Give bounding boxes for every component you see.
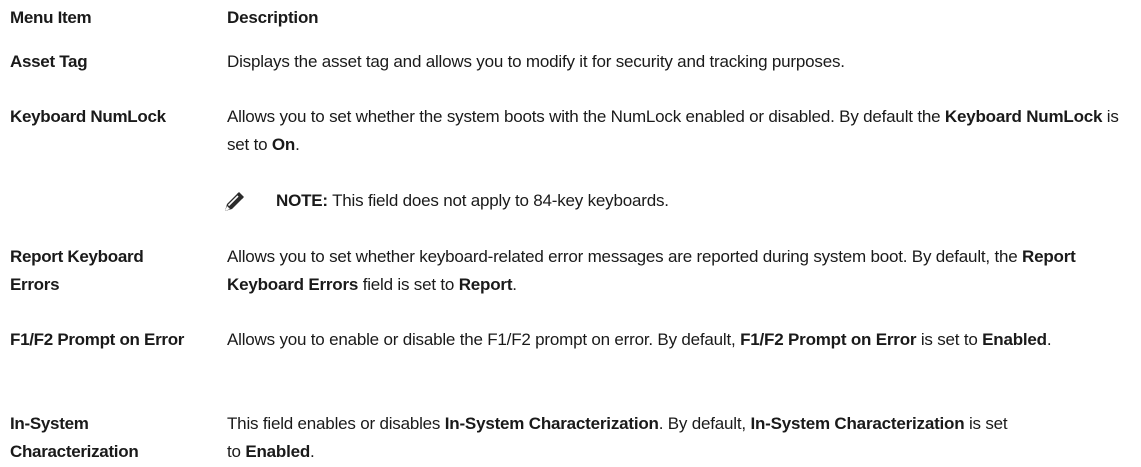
text-run: . xyxy=(310,442,315,461)
menu-item-f1f2-prompt: F1/F2 Prompt on Error xyxy=(10,330,185,349)
text-run: Allows you to set whether keyboard-relat… xyxy=(227,247,1023,266)
text-run: . xyxy=(295,135,300,154)
settings-table: Menu Item Description Asset Tag Displays… xyxy=(0,0,1141,467)
description-asset-tag: Displays the asset tag and allows you to… xyxy=(227,48,1132,76)
bold-text: Enabled xyxy=(982,330,1047,349)
menu-item-in-system-characterization: In-System Characterization xyxy=(10,414,139,461)
header-description: Description xyxy=(227,8,319,27)
bold-text: In-System Characterization xyxy=(444,414,659,433)
note-label: NOTE: xyxy=(276,191,328,210)
text-run: Allows you to enable or disable the F1/F… xyxy=(227,330,741,349)
menu-item-report-keyboard-errors: Report Keyboard Errors xyxy=(10,247,144,294)
note-body: This field does not apply to 84-key keyb… xyxy=(327,191,669,210)
description-f1f2-prompt: Allows you to enable or disable the F1/F… xyxy=(227,326,1132,354)
text-run: . xyxy=(512,275,517,294)
text-run: . By default, xyxy=(658,414,751,433)
bold-text: Keyboard NumLock xyxy=(944,107,1103,126)
text-run: Displays the asset tag and allows you to… xyxy=(227,52,845,71)
bold-text: Enabled xyxy=(245,442,311,461)
bold-text: On xyxy=(271,135,296,154)
description-report-keyboard-errors: Allows you to set whether keyboard-relat… xyxy=(227,243,1132,299)
text-run: field is set to xyxy=(358,275,459,294)
note-box: NOTE: This field does not apply to 84-ke… xyxy=(220,187,1120,217)
pencil-note-icon xyxy=(222,190,246,214)
description-in-system-characterization: This field enables or disables In-System… xyxy=(227,410,1017,466)
menu-item-keyboard-numlock: Keyboard NumLock xyxy=(10,107,166,126)
text-run: This field enables or disables xyxy=(227,414,445,433)
bold-text: Report xyxy=(458,275,513,294)
text-run: . xyxy=(1046,330,1052,349)
menu-item-asset-tag: Asset Tag xyxy=(10,52,88,71)
text-run: is set to xyxy=(916,330,983,349)
header-menu-item: Menu Item xyxy=(10,8,92,27)
bold-text: In-System Characterization xyxy=(750,414,965,433)
bold-text: F1/F2 Prompt on Error xyxy=(740,330,917,349)
description-keyboard-numlock: Allows you to set whether the system boo… xyxy=(227,103,1132,159)
note-text: NOTE: This field does not apply to 84-ke… xyxy=(276,187,669,215)
text-run: Allows you to set whether the system boo… xyxy=(227,107,945,126)
